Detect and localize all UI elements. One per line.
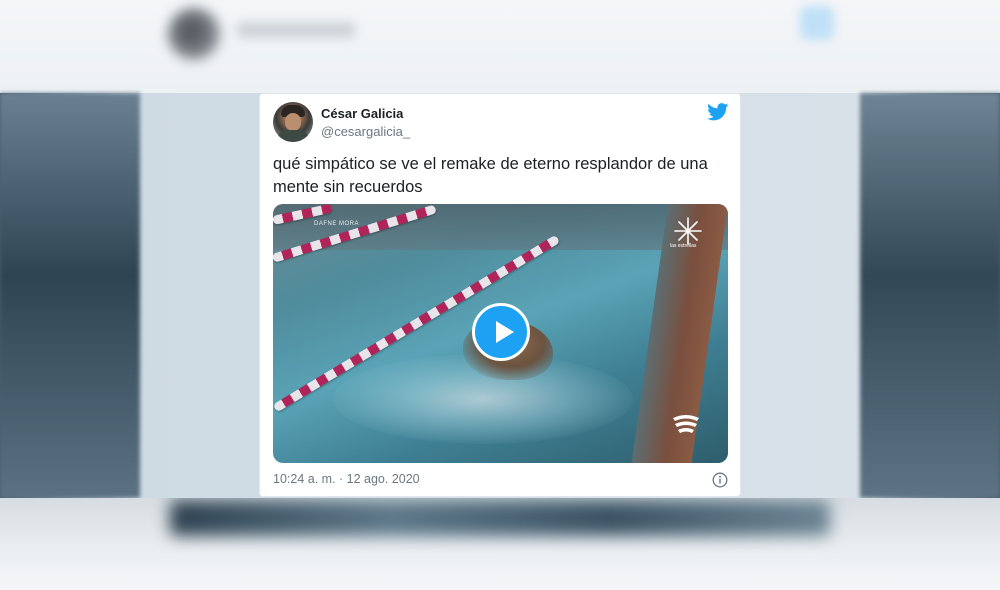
blurred-video-left [0, 93, 140, 498]
televisa-logo-icon [673, 415, 699, 433]
info-icon[interactable] [712, 472, 728, 488]
blurred-avatar [168, 8, 220, 60]
play-button[interactable] [472, 303, 530, 361]
tweet-text: qué simpático se ve el remake de eterno … [273, 155, 708, 196]
video-player[interactable]: DAFNE MORA las estrellas [273, 204, 728, 463]
avatar[interactable] [273, 102, 313, 142]
blurred-background-top [0, 0, 1000, 93]
play-icon [496, 321, 514, 343]
blurred-background-bottom [0, 498, 1000, 590]
tweet-timestamp[interactable]: 10:24 a. m. · 12 ago. 2020 [273, 472, 420, 486]
video-frame-pool-wall [273, 204, 728, 250]
twitter-bird-icon[interactable] [707, 103, 729, 121]
channel-label: las estrellas [670, 243, 697, 249]
user-handle[interactable]: @cesargalicia_ [321, 124, 410, 139]
display-name[interactable]: César Galicia [321, 106, 403, 121]
tweet-card: César Galicia @cesargalicia_ qué simpáti… [259, 93, 741, 497]
blurred-video-right [860, 93, 1000, 498]
avatar-face [285, 113, 301, 131]
blurred-twitter-icon [800, 6, 834, 40]
avatar-shirt [277, 130, 309, 142]
video-watermark-name: DAFNE MORA [314, 221, 360, 227]
blurred-strip [170, 500, 830, 536]
blurred-name [236, 22, 356, 38]
